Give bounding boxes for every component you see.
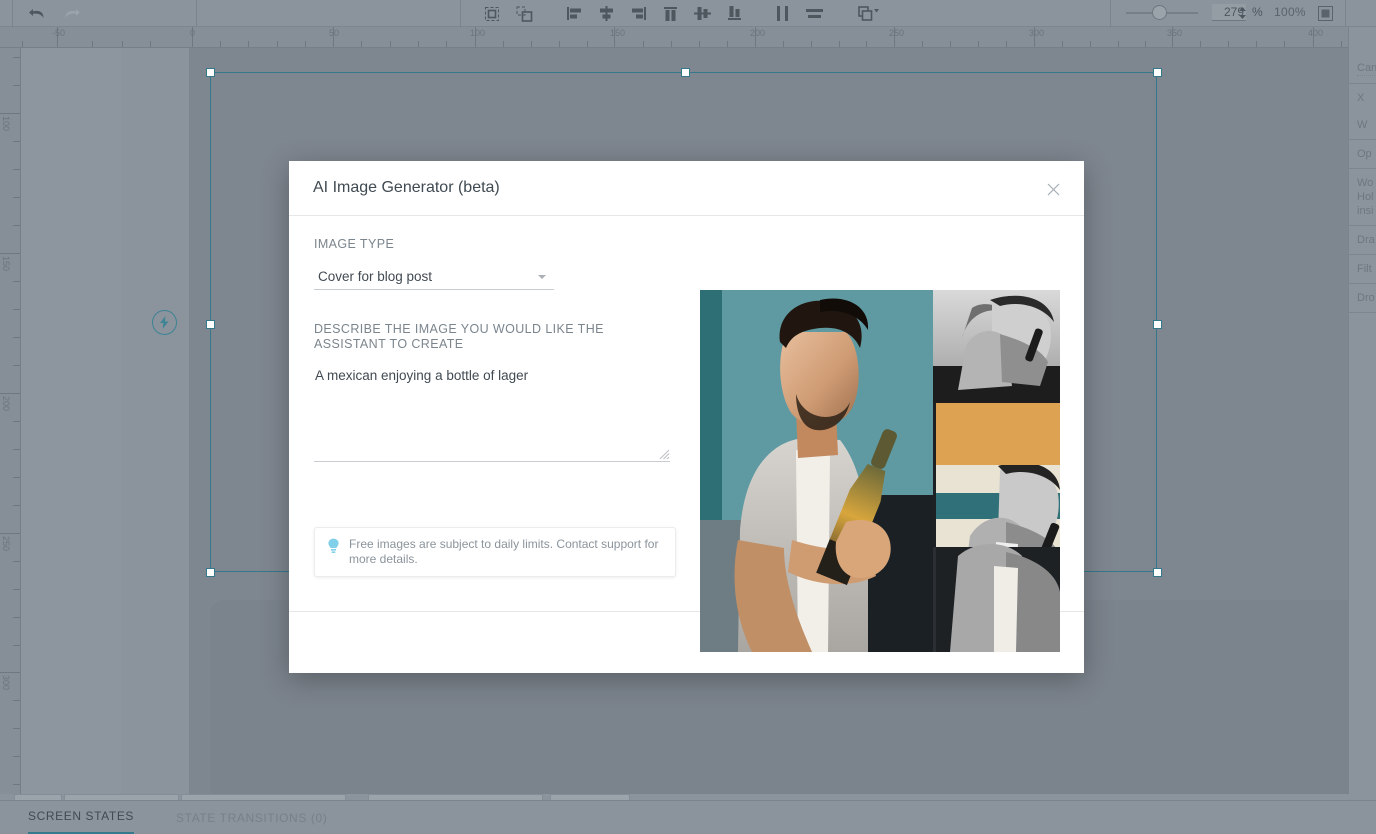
lightbulb-icon bbox=[328, 538, 339, 553]
image-type-select[interactable]: Cover for blog post bbox=[314, 266, 554, 290]
describe-value: A mexican enjoying a bottle of lager bbox=[315, 368, 529, 383]
image-type-label: IMAGE TYPE bbox=[314, 237, 395, 251]
describe-textarea[interactable]: A mexican enjoying a bottle of lager bbox=[314, 366, 670, 462]
close-glyph bbox=[1047, 183, 1059, 195]
image-type-value: Cover for blog post bbox=[318, 269, 433, 284]
generated-image-preview[interactable] bbox=[700, 290, 1060, 652]
close-icon[interactable] bbox=[1042, 178, 1064, 200]
hint-text: Free images are subject to daily limits.… bbox=[349, 537, 659, 566]
app-root: 279 % 100% -50 0 50 100 150 200 250 300 bbox=[0, 0, 1376, 834]
dialog-body: IMAGE TYPE Cover for blog post DESCRIBE … bbox=[289, 216, 1084, 652]
dialog-header: AI Image Generator (beta) bbox=[289, 161, 1084, 216]
resize-handle-icon[interactable] bbox=[659, 449, 670, 460]
chevron-down-icon bbox=[538, 275, 546, 279]
form-column: IMAGE TYPE Cover for blog post DESCRIBE … bbox=[314, 237, 694, 462]
ai-image-generator-dialog: AI Image Generator (beta) IMAGE TYPE Cov… bbox=[289, 161, 1084, 673]
preview-collage bbox=[700, 290, 1060, 652]
describe-label: DESCRIBE THE IMAGE YOU WOULD LIKE THE AS… bbox=[314, 322, 604, 351]
dialog-title: AI Image Generator (beta) bbox=[313, 179, 500, 196]
hint-banner: Free images are subject to daily limits.… bbox=[314, 527, 676, 577]
